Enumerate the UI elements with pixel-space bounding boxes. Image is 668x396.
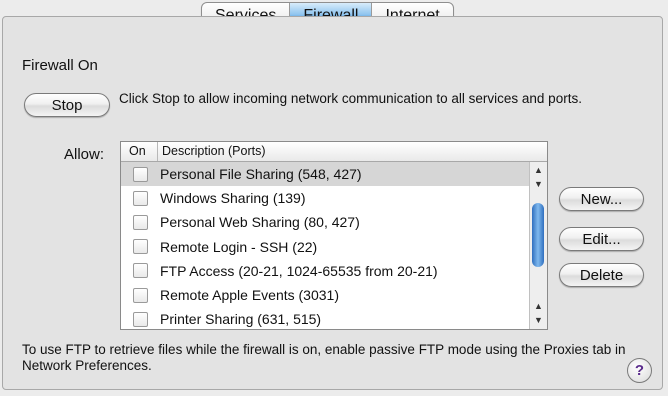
service-label: Personal File Sharing (548, 427)	[160, 166, 362, 183]
scroll-up-arrow-icon[interactable]: ▲	[530, 164, 547, 176]
table-row[interactable]: Remote Apple Events (3031)	[121, 283, 529, 307]
scroll-thumb[interactable]	[532, 203, 544, 267]
service-checkbox[interactable]	[133, 166, 148, 182]
delete-button[interactable]: Delete	[559, 263, 644, 287]
service-label: FTP Access (20-21, 1024-65535 from 20-21…	[160, 262, 438, 279]
service-checkbox[interactable]	[133, 311, 148, 327]
service-label: Remote Apple Events (3031)	[160, 287, 339, 304]
stop-description: Click Stop to allow incoming network com…	[119, 91, 582, 106]
column-header-description[interactable]: Description (Ports)	[158, 142, 266, 161]
service-checkbox[interactable]	[133, 190, 148, 206]
service-checkbox[interactable]	[133, 214, 148, 230]
firewall-status-title: Firewall On	[22, 57, 98, 74]
services-table: On Description (Ports) Personal File Sha…	[120, 141, 548, 330]
service-label: Printer Sharing (631, 515)	[160, 311, 322, 328]
service-label: Remote Login - SSH (22)	[160, 238, 318, 255]
new-button[interactable]: New...	[559, 187, 644, 211]
help-icon[interactable]: ?	[627, 358, 652, 383]
column-header-on[interactable]: On	[121, 142, 158, 161]
table-row[interactable]: Printer Sharing (631, 515)	[121, 307, 529, 329]
table-row[interactable]: Personal Web Sharing (80, 427)	[121, 210, 529, 234]
service-checkbox[interactable]	[133, 239, 148, 255]
table-header: On Description (Ports)	[121, 142, 547, 162]
services-list: Personal File Sharing (548, 427) Windows …	[121, 162, 529, 329]
scroll-up-arrow-icon[interactable]: ▲	[530, 300, 547, 312]
service-label: Windows Sharing (139)	[160, 190, 306, 207]
ftp-note: To use FTP to retrieve files while the f…	[22, 342, 626, 373]
scroll-down-arrow-icon[interactable]: ▼	[530, 314, 547, 326]
table-row[interactable]: Windows Sharing (139)	[121, 186, 529, 210]
service-checkbox[interactable]	[133, 287, 148, 303]
edit-button[interactable]: Edit...	[559, 227, 644, 251]
stop-button[interactable]: Stop	[24, 93, 110, 117]
table-row[interactable]: Remote Login - SSH (22)	[121, 235, 529, 259]
scroll-down-arrow-icon[interactable]: ▼	[530, 178, 547, 190]
table-row[interactable]: Personal File Sharing (548, 427)	[121, 162, 529, 187]
vertical-scrollbar[interactable]: ▲ ▼ ▲ ▼	[529, 162, 547, 329]
service-label: Personal Web Sharing (80, 427)	[160, 214, 360, 231]
table-row[interactable]: FTP Access (20-21, 1024-65535 from 20-21…	[121, 259, 529, 283]
allow-label: Allow:	[64, 146, 105, 163]
service-checkbox[interactable]	[133, 263, 148, 279]
